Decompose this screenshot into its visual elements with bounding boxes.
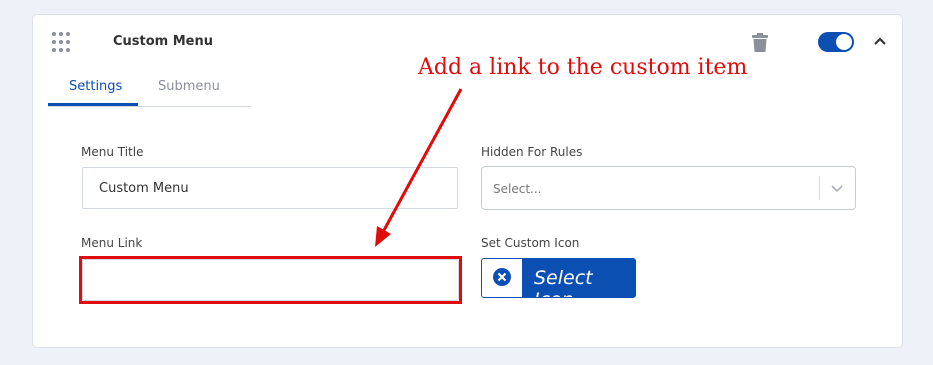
annotation-arrow [375, 88, 463, 247]
